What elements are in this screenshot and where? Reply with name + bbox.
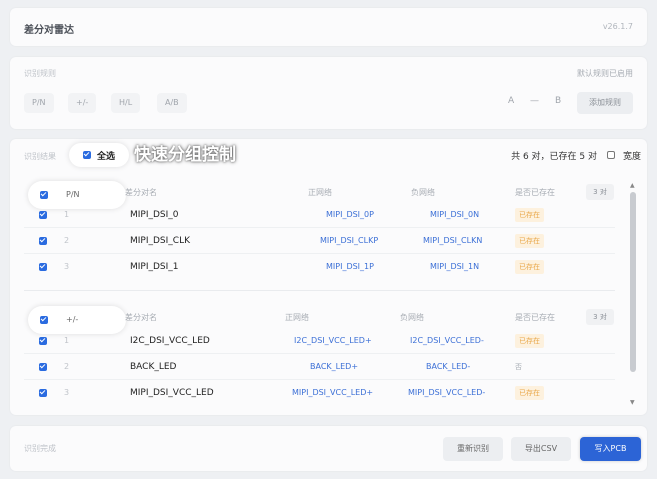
rules-label: 识别规则 — [24, 69, 56, 78]
rule-chip-ab[interactable]: A/B — [157, 93, 187, 113]
results-scrollbar[interactable]: ▲ ▼ — [629, 182, 637, 406]
neg-net: BACK_LED- — [426, 362, 471, 371]
pos-net: MIPI_DSI_CLKP — [320, 236, 379, 245]
pos-net: I2C_DSI_VCC_LED+ — [294, 336, 372, 345]
pair-name: MIPI_DSI_0 — [130, 210, 179, 220]
pos-net: MIPI_DSI_1P — [326, 262, 374, 271]
row-index: 1 — [64, 336, 70, 345]
neg-net: MIPI_DSI_CLKN — [423, 236, 483, 245]
version-label: v26.1.7 — [602, 22, 633, 31]
row-index: 1 — [64, 210, 70, 219]
row-checkbox[interactable] — [39, 337, 47, 345]
group-count-plusminus: 3 对 — [586, 309, 614, 325]
neg-net: MIPI_DSI_1N — [430, 262, 480, 271]
group-divider — [24, 290, 615, 291]
group-label-plusminus: +/- — [66, 315, 79, 324]
col-header-pos: 正网络 — [285, 313, 309, 322]
col-header-exists: 是否已存在 — [515, 188, 555, 197]
row-checkbox[interactable] — [39, 263, 47, 271]
neg-net: MIPI_DSI_VCC_LED- — [408, 388, 486, 397]
select-all-checkbox[interactable] — [83, 151, 91, 159]
col-header-exists: 是否已存在 — [515, 313, 555, 322]
rule-a-input[interactable]: A — [508, 96, 514, 106]
footer-bar: 识别完成 重新识别 导出CSV 写入PCB — [10, 426, 647, 471]
row-checkbox[interactable] — [39, 211, 47, 219]
table-row[interactable]: 3 MIPI_DSI_VCC_LED MIPI_DSI_VCC_LED+ MIP… — [24, 380, 615, 406]
select-all-toggle[interactable]: 全选 — [69, 143, 129, 167]
write-pcb-button[interactable]: 写入PCB — [580, 437, 641, 461]
row-index: 2 — [64, 236, 70, 245]
app-title: 差分对雷达 — [24, 25, 74, 36]
rule-b-input[interactable]: B — [555, 96, 561, 106]
footer-status: 识别完成 — [24, 444, 56, 453]
exists-badge: 已存在 — [515, 260, 544, 274]
row-checkbox[interactable] — [39, 389, 47, 397]
callout-text: 快速分组控制 — [134, 145, 236, 165]
pair-name: MIPI_DSI_1 — [130, 262, 179, 272]
rule-chip-pn[interactable]: P/N — [24, 93, 54, 113]
pair-name: BACK_LED — [130, 362, 177, 372]
neg-net: I2C_DSI_VCC_LED- — [410, 336, 484, 345]
table-row[interactable]: 2 BACK_LED BACK_LED+ BACK_LED- 否 — [24, 354, 615, 380]
table-row[interactable]: 3 MIPI_DSI_1 MIPI_DSI_1P MIPI_DSI_1N 已存在 — [24, 254, 615, 280]
exists-badge: 否 — [515, 363, 522, 371]
col-header-name: 差分对名 — [125, 188, 157, 197]
add-rule-button[interactable]: 添加规则 — [577, 92, 633, 114]
export-csv-button[interactable]: 导出CSV — [511, 437, 571, 461]
rules-status: 默认规则已启用 — [577, 69, 633, 78]
exists-badge: 已存在 — [515, 234, 544, 248]
row-index: 2 — [64, 362, 70, 371]
row-checkbox[interactable] — [39, 363, 47, 371]
row-checkbox[interactable] — [39, 237, 47, 245]
col-header-neg: 负网络 — [411, 188, 435, 197]
row-index: 3 — [64, 262, 70, 271]
pos-net: BACK_LED+ — [310, 362, 359, 371]
pos-net: MIPI_DSI_0P — [326, 210, 374, 219]
results-label: 识别结果 — [24, 152, 56, 161]
scroll-thumb[interactable] — [630, 192, 636, 372]
col-header-pos: 正网络 — [308, 188, 332, 197]
pair-name: MIPI_DSI_VCC_LED — [130, 388, 214, 398]
group-checkbox-plusminus[interactable] — [40, 316, 48, 324]
pair-name: I2C_DSI_VCC_LED — [130, 336, 210, 346]
row-index: 3 — [64, 388, 70, 397]
col-header-name: 差分对名 — [125, 313, 157, 322]
scroll-up-icon[interactable]: ▲ — [630, 182, 635, 189]
rule-chip-hl[interactable]: H/L — [111, 93, 141, 113]
exists-badge: 已存在 — [515, 208, 544, 222]
results-panel: 识别结果 全选 快速分组控制 共 6 对，已存在 5 对 宽度 P/N 差分对名… — [10, 139, 647, 415]
table-row[interactable]: 1 MIPI_DSI_0 MIPI_DSI_0P MIPI_DSI_0N 已存在 — [24, 202, 615, 228]
width-checkbox[interactable] — [607, 151, 615, 159]
exists-badge: 已存在 — [515, 386, 544, 400]
pair-name: MIPI_DSI_CLK — [130, 236, 190, 246]
rules-panel: 识别规则 默认规则已启用 P/N +/- H/L A/B A — B 添加规则 — [10, 57, 647, 129]
group-checkbox-pn[interactable] — [40, 191, 48, 199]
exists-badge: 已存在 — [515, 334, 544, 348]
table-row[interactable]: 1 I2C_DSI_VCC_LED I2C_DSI_VCC_LED+ I2C_D… — [24, 328, 615, 354]
col-header-neg: 负网络 — [400, 313, 424, 322]
select-all-label: 全选 — [97, 152, 116, 162]
scroll-down-icon[interactable]: ▼ — [630, 399, 635, 406]
rescan-button[interactable]: 重新识别 — [443, 437, 503, 461]
table-row[interactable]: 2 MIPI_DSI_CLK MIPI_DSI_CLKP MIPI_DSI_CL… — [24, 228, 615, 254]
results-summary: 共 6 对，已存在 5 对 — [511, 152, 597, 162]
group-header-plusminus: +/- 差分对名 正网络 负网络 是否已存在 3 对 — [24, 306, 615, 334]
group-label-pn: P/N — [66, 190, 80, 199]
pos-net: MIPI_DSI_VCC_LED+ — [292, 388, 374, 397]
rule-chip-plusminus[interactable]: +/- — [68, 93, 97, 113]
group-count-pn: 3 对 — [586, 184, 614, 200]
neg-net: MIPI_DSI_0N — [430, 210, 480, 219]
title-bar: 差分对雷达 v26.1.7 — [10, 8, 647, 46]
rule-dash: — — [530, 96, 539, 106]
width-label: 宽度 — [622, 152, 641, 162]
